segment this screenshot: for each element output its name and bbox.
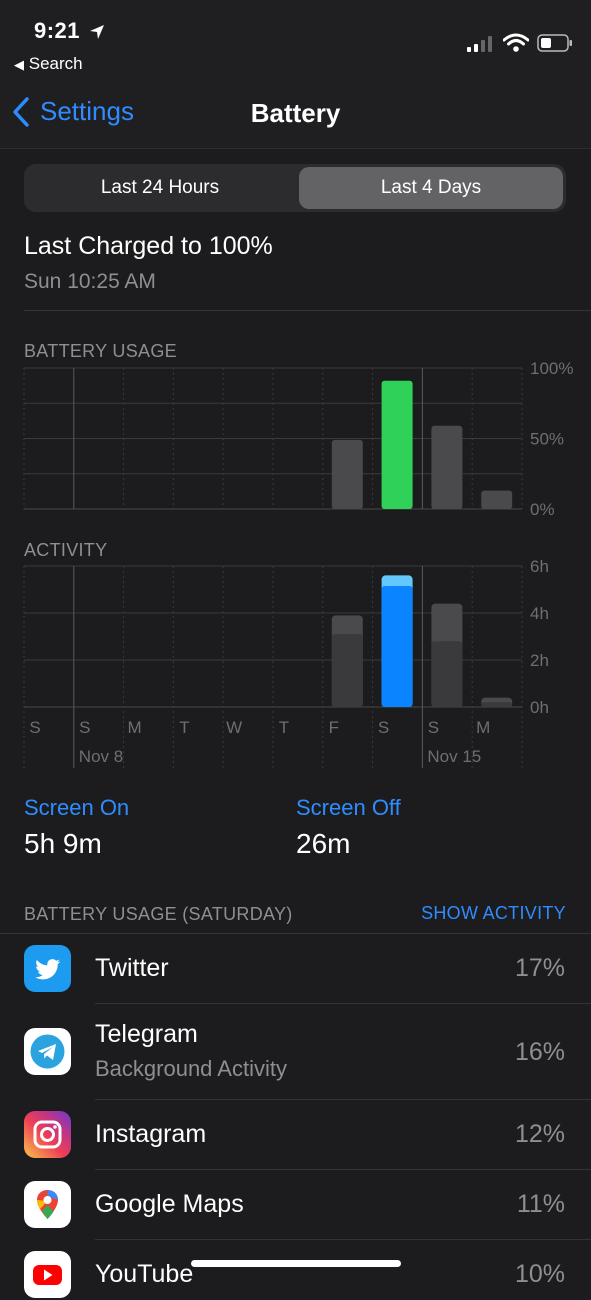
- activity-bar-screen-on: [381, 585, 413, 707]
- app-name: Telegram: [95, 1020, 198, 1048]
- app-row-telegram[interactable]: Telegram Background Activity 16%: [0, 1004, 591, 1100]
- app-name: Google Maps: [95, 1190, 244, 1218]
- app-percent: 10%: [514, 1260, 565, 1288]
- back-triangle-icon: ◀: [14, 57, 24, 72]
- date-label: Nov 15: [427, 747, 481, 766]
- back-to-app-button[interactable]: ◀ Search: [14, 54, 83, 74]
- activity-chart: 6h 4h 2h 0h S S M T W T F S S M Nov 8 Nov 15: [23, 558, 549, 768]
- app-percent: 12%: [514, 1120, 565, 1148]
- y-tick-label: 6h: [530, 558, 549, 576]
- app-percent: 11%: [516, 1190, 565, 1218]
- y-tick-label: 100%: [530, 360, 573, 378]
- chevron-left-icon: [13, 96, 29, 127]
- app-row-youtube[interactable]: YouTube 10%: [0, 1240, 591, 1300]
- divider: [24, 310, 591, 311]
- last-charged-title: Last Charged to 100%: [24, 232, 273, 260]
- battery-bar: [331, 439, 363, 509]
- battery-usage-list-header: BATTERY USAGE (SATURDAY): [24, 904, 293, 924]
- app-name: Twitter: [95, 954, 169, 982]
- battery-usage-chart: 100% 50% 0%: [23, 360, 573, 519]
- signal-icon: [467, 36, 495, 57]
- app-subtitle: Background Activity: [95, 1056, 287, 1081]
- x-tick-label: S: [378, 718, 389, 737]
- app-row-instagram[interactable]: Instagram 12%: [0, 1100, 591, 1170]
- y-tick-label: 4h: [530, 604, 549, 623]
- screen-off-value: 26m: [296, 828, 351, 859]
- segment-last-4-days[interactable]: Last 4 Days: [299, 167, 563, 209]
- y-tick-label: 2h: [530, 651, 549, 670]
- time-range-segmented-control: Last 24 Hours Last 4 Days: [24, 164, 566, 212]
- settings-back-button[interactable]: Settings: [12, 96, 134, 127]
- x-tick-label: S: [79, 718, 90, 737]
- x-tick-label: S: [29, 718, 40, 737]
- app-row-google-maps[interactable]: Google Maps 11%: [0, 1170, 591, 1240]
- instagram-icon: [24, 1111, 71, 1158]
- telegram-icon: [24, 1028, 71, 1075]
- activity-bar-screen-on: [431, 641, 463, 707]
- battery-status-icon: [537, 34, 573, 57]
- twitter-icon: [24, 945, 71, 992]
- app-row-twitter[interactable]: Twitter 17%: [0, 934, 591, 1004]
- activity-bar-screen-on: [331, 634, 363, 707]
- y-tick-label: 50%: [530, 430, 564, 449]
- x-tick-label: S: [428, 718, 439, 737]
- screen-on-label: Screen On: [24, 795, 130, 820]
- wifi-icon: [502, 33, 530, 58]
- x-tick-label: W: [226, 718, 242, 737]
- home-indicator[interactable]: [191, 1260, 401, 1267]
- y-tick-label: 0%: [530, 500, 555, 519]
- status-time: 9:21: [34, 18, 105, 44]
- google-maps-icon: [24, 1181, 71, 1228]
- app-percent: 16%: [514, 1038, 565, 1066]
- x-tick-label: T: [279, 718, 289, 737]
- youtube-icon: [24, 1251, 71, 1298]
- x-tick-label: F: [329, 718, 339, 737]
- battery-bar: [381, 380, 413, 509]
- screen-on-value: 5h 9m: [24, 828, 102, 859]
- battery-bar: [431, 425, 463, 509]
- x-tick-label: M: [128, 718, 142, 737]
- app-percent: 17%: [514, 954, 565, 982]
- segment-last-24-hours[interactable]: Last 24 Hours: [27, 167, 293, 209]
- y-tick-label: 0h: [530, 698, 549, 717]
- battery-bar: [481, 490, 513, 509]
- show-activity-button[interactable]: SHOW ACTIVITY: [421, 903, 566, 924]
- activity-bar-screen-on: [481, 702, 513, 707]
- app-name: YouTube: [95, 1260, 194, 1288]
- screen-off-label: Screen Off: [296, 795, 401, 820]
- battery-usage-chart-title: BATTERY USAGE: [24, 341, 177, 361]
- last-charged-time: Sun 10:25 AM: [24, 270, 156, 293]
- date-label: Nov 8: [79, 747, 123, 766]
- x-tick-label: T: [179, 718, 189, 737]
- x-tick-label: M: [476, 718, 490, 737]
- location-arrow-icon: [89, 25, 104, 40]
- app-name: Instagram: [95, 1120, 207, 1148]
